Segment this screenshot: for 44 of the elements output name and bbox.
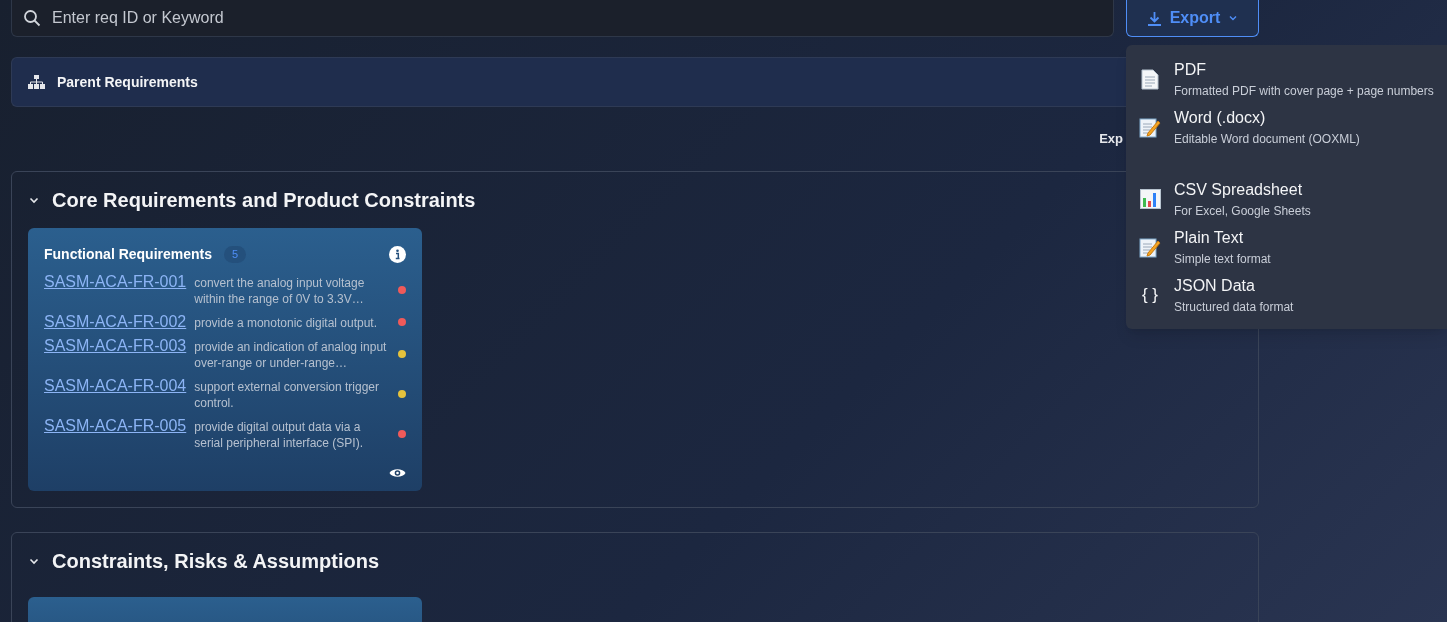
export-button[interactable]: Export (1126, 0, 1259, 37)
export-menu-item[interactable]: CSV Spreadsheet For Excel, Google Sheets (1126, 175, 1447, 223)
search-field[interactable]: Enter req ID or Keyword (11, 0, 1114, 37)
requirement-link[interactable]: SASM-ACA-FR-005 (44, 417, 187, 435)
menu-item-title: Plain Text (1174, 228, 1245, 248)
section-title: Core Requirements and Product Constraints (52, 188, 476, 213)
caret-icon (1228, 13, 1239, 23)
export-menu-item[interactable]: Plain Text Simple text format (1126, 223, 1447, 271)
section-title: Constraints, Risks & Assumptions (52, 549, 380, 574)
count-badge: 5 (224, 246, 247, 263)
braces-glyph: { } (1141, 284, 1159, 307)
search-icon (23, 9, 41, 27)
menu-item-title: PDF (1174, 60, 1207, 80)
menu-item-description: Structured data format (1174, 299, 1294, 316)
download-icon (1146, 10, 1162, 26)
requirement-text: convert the analog input voltage within the range of 0V to 3.3V… (194, 275, 366, 307)
requirement-link[interactable]: SASM-ACA-FR-002 (44, 313, 187, 331)
export-menu-item[interactable]: Word (.docx) Editable Word document (OOXML) (1126, 103, 1447, 151)
menu-item-title: Word (.docx) (1174, 108, 1267, 128)
menu-item-description: For Excel, Google Sheets (1174, 203, 1311, 220)
menu-item-description: Formatted PDF with cover page + page numbers (1174, 83, 1434, 100)
menu-item-description: Editable Word document (OOXML) (1174, 131, 1360, 148)
requirement-text: provide an indication of analog input over-range or under-range… (194, 339, 388, 371)
requirement-link[interactable]: SASM-ACA-FR-001 (44, 273, 187, 291)
menu-item-title: JSON Data (1174, 276, 1256, 296)
menu-item-title: CSV Spreadsheet (1174, 180, 1304, 200)
info-icon[interactable] (389, 246, 406, 263)
requirement-link[interactable]: SASM-ACA-FR-003 (44, 337, 187, 355)
memo-pencil-icon (1139, 236, 1161, 258)
menu-item-description: Simple text format (1174, 251, 1271, 268)
requirement-text: provide a monotonic digital output. (194, 315, 379, 331)
hierarchy-icon (28, 75, 45, 89)
document-icon (1141, 68, 1159, 90)
bar-chart-icon (1139, 189, 1161, 209)
requirement-link[interactable]: SASM-ACA-FR-004 (44, 377, 187, 395)
card-title: Functional Requirements (44, 245, 213, 264)
parent-requirements-bar[interactable]: Parent Requirements (11, 57, 1126, 107)
requirement-text: provide digital output data via a serial peripheral interface (SPI). (194, 419, 364, 451)
export-menu-item[interactable]: PDF Formatted PDF with cover page + page numbers (1126, 55, 1447, 103)
memo-pencil-icon (1139, 116, 1161, 138)
eye-icon[interactable] (389, 467, 406, 479)
requirement-text: support external conversion trigger control. (194, 379, 380, 411)
parent-requirements-title: Parent Requirements (57, 72, 198, 92)
export-label: Exp (1099, 130, 1123, 149)
